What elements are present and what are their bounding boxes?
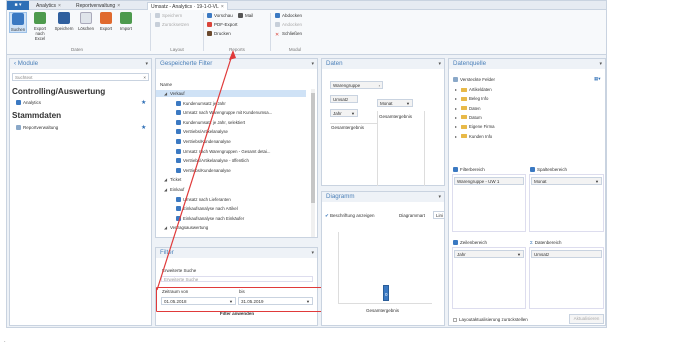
stray-mark: · (4, 339, 6, 345)
annotation-arrow (156, 50, 236, 291)
arrow-head (229, 50, 236, 60)
arrow-line (156, 51, 234, 291)
